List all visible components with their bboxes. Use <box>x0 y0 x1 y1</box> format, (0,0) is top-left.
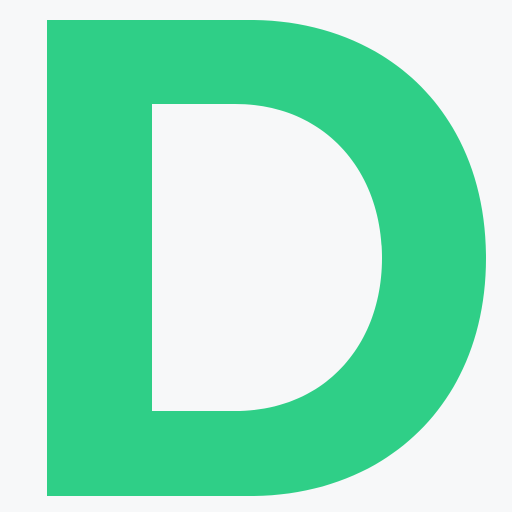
letter-d-shape <box>47 20 486 496</box>
letter-d-logo-icon <box>47 20 486 496</box>
app-icon-canvas <box>0 0 512 512</box>
